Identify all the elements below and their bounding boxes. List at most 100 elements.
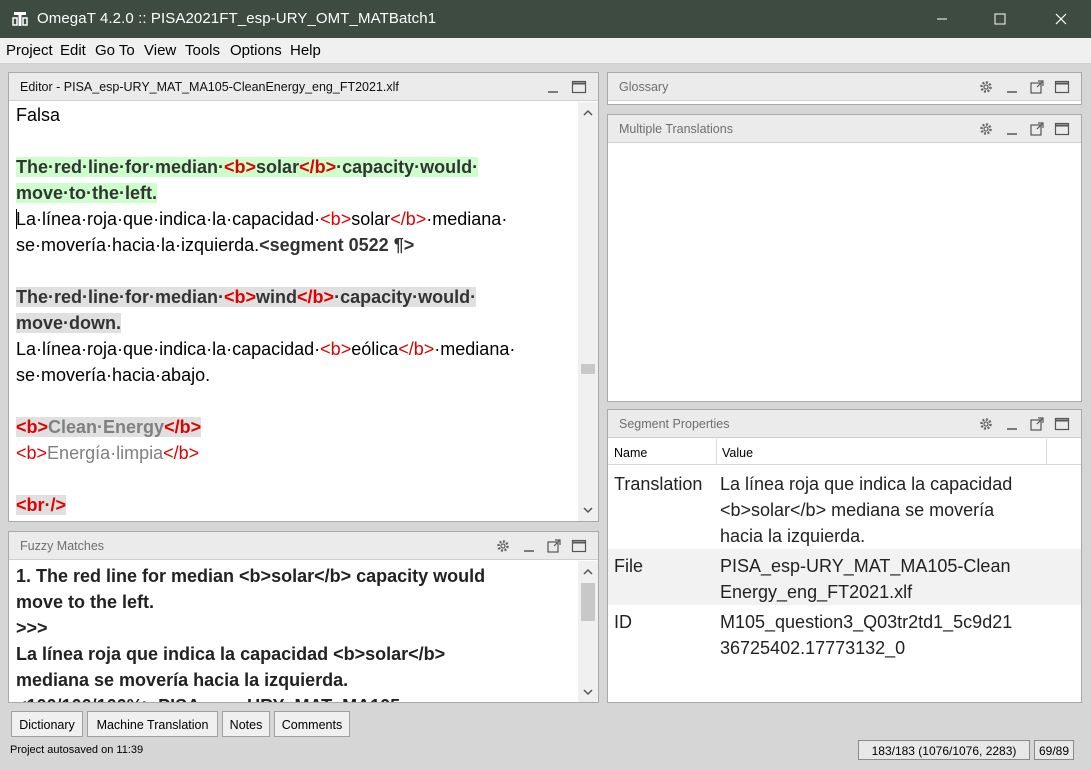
tab-notes[interactable]: Notes <box>222 711 270 737</box>
pane-maximize-icon[interactable] <box>571 79 587 95</box>
segment-counter-text: 69/89 <box>1038 744 1070 758</box>
segment-text: ·mediana· <box>434 339 516 359</box>
pane-minimize-icon[interactable] <box>521 538 537 554</box>
scroll-up-icon[interactable] <box>582 108 594 118</box>
inline-tag: </b> <box>164 417 202 437</box>
pane-minimize-icon[interactable] <box>545 79 561 95</box>
undock-icon[interactable] <box>546 538 562 554</box>
maximize-button[interactable] <box>977 0 1023 38</box>
editor-title: Editor - PISA_esp-URY_MAT_MA105-CleanEne… <box>20 80 399 94</box>
menu-tools[interactable]: Tools <box>185 42 220 59</box>
fuzzy-text-area[interactable]: 1. The red line for median <b>solar</b> … <box>9 561 578 702</box>
pane-maximize-icon[interactable] <box>1054 121 1070 137</box>
inline-tag: </b> <box>163 443 200 463</box>
segment-text: move·down. <box>16 313 122 333</box>
editor-scroll-thumb[interactable] <box>581 364 595 374</box>
close-icon <box>1055 13 1067 25</box>
segment-text: solar <box>351 209 391 229</box>
segment-text: <segment 0522 ¶> <box>259 235 415 255</box>
segment-text: wind <box>256 287 298 307</box>
menu-goto[interactable]: Go To <box>95 42 135 59</box>
close-button[interactable] <box>1038 0 1084 38</box>
tab-comments[interactable]: Comments <box>274 711 350 737</box>
inline-tag: </b> <box>297 287 335 307</box>
scroll-up-icon[interactable] <box>582 567 594 577</box>
glossary-pane: Glossary <box>607 72 1082 105</box>
table-row[interactable]: Translation La línea roja que indica la … <box>608 467 1081 549</box>
pane-maximize-icon[interactable] <box>571 538 587 554</box>
segment-text: ·capacity·would· <box>334 287 477 307</box>
multiple-translations-title: Multiple Translations <box>619 122 733 136</box>
minimize-button[interactable] <box>919 0 965 38</box>
fuzzy-line: <100/100/100%> PISA_esp-URY_MAT_MA105- <box>16 693 406 702</box>
property-value: PISA_esp-URY_MAT_MA105-Clean Energy_eng_… <box>720 556 1011 602</box>
property-name: ID <box>614 612 632 632</box>
segment-text: se·movería·hacia·la·izquierda. <box>16 235 260 255</box>
editor-line: La·línea·roja·que·indica·la·capacidad·<b… <box>16 336 515 362</box>
pane-minimize-icon[interactable] <box>1004 121 1020 137</box>
fuzzy-scroll-thumb[interactable] <box>581 583 595 621</box>
editor-line: Falsa <box>16 102 60 128</box>
segment-text: Energía·limpia <box>47 443 164 463</box>
column-name-header[interactable]: Name <box>614 446 647 460</box>
gear-icon[interactable] <box>495 538 511 554</box>
window-title: OmegaT 4.2.0 :: PISA2021FT_esp-URY_OMT_M… <box>37 10 437 27</box>
menu-help[interactable]: Help <box>290 42 321 59</box>
menu-view[interactable]: View <box>144 42 176 59</box>
editor-text-area[interactable]: Falsa The·red·line·for·median·<b>solar</b… <box>9 102 578 521</box>
editor-line: The·red·line·for·median·<b>wind</b>·capa… <box>16 284 477 310</box>
property-name: Translation <box>614 474 703 494</box>
segment-text: solar <box>256 157 300 177</box>
fuzzy-line: move to the left. <box>16 592 155 612</box>
table-row[interactable]: File PISA_esp-URY_MAT_MA105-Clean Energy… <box>608 549 1081 605</box>
menu-options[interactable]: Options <box>230 42 282 59</box>
title-bar: OmegaT 4.2.0 :: PISA2021FT_esp-URY_OMT_M… <box>0 0 1091 38</box>
gear-icon[interactable] <box>978 121 994 137</box>
tab-machine-translation[interactable]: Machine Translation <box>87 711 218 737</box>
undock-icon[interactable] <box>1029 121 1045 137</box>
editor-line: se·movería·hacia·la·izquierda.<segment 0… <box>16 232 414 258</box>
segment-text: ·mediana· <box>426 209 508 229</box>
table-row[interactable]: ID M105_question3_Q03tr2td1_5c9d21 36725… <box>608 605 1081 661</box>
inline-tag: </b> <box>390 209 427 229</box>
editor-line: <b>Clean·Energy</b> <box>16 414 202 440</box>
fuzzy-matches-pane: Fuzzy Matches 1. The red line for median… <box>8 531 599 703</box>
tab-label: Machine Translation <box>96 718 209 732</box>
multiple-translations-header: Multiple Translations <box>608 115 1081 143</box>
progress-text: 183/183 (1076/1076, 2283) <box>871 744 1017 758</box>
gear-icon[interactable] <box>978 416 994 432</box>
editor-pane: Editor - PISA_esp-URY_MAT_MA105-CleanEne… <box>8 72 599 522</box>
inline-tag: <b> <box>320 209 352 229</box>
segment-text: Clean·Energy <box>48 417 165 437</box>
status-message: Project autosaved on 11:39 <box>10 744 144 756</box>
property-name: File <box>614 556 644 576</box>
pane-maximize-icon[interactable] <box>1054 416 1070 432</box>
segment-text: eólica <box>351 339 399 359</box>
editor-scrollbar[interactable] <box>578 102 598 521</box>
inline-tag: <b> <box>16 443 48 463</box>
segment-text: La·línea·roja·que·indica·la·capacidad· <box>16 339 321 359</box>
tab-dictionary[interactable]: Dictionary <box>11 711 83 737</box>
column-value-header[interactable]: Value <box>722 446 753 460</box>
tab-label: Comments <box>281 718 343 732</box>
menu-edit[interactable]: Edit <box>60 42 86 59</box>
menu-project[interactable]: Project <box>6 42 53 59</box>
fuzzy-title: Fuzzy Matches <box>20 539 105 553</box>
pane-minimize-icon[interactable] <box>1004 79 1020 95</box>
fuzzy-scrollbar[interactable] <box>578 561 598 702</box>
minimize-icon <box>937 18 947 20</box>
undock-icon[interactable] <box>1029 79 1045 95</box>
pane-maximize-icon[interactable] <box>1054 79 1070 95</box>
gear-icon[interactable] <box>978 79 994 95</box>
fuzzy-line: 1. The red line for median <b>solar</b> … <box>16 566 486 586</box>
scroll-down-icon[interactable] <box>582 687 594 697</box>
inline-tag: <b> <box>16 417 49 437</box>
maximize-icon <box>994 13 1006 25</box>
undock-icon[interactable] <box>1029 416 1045 432</box>
glossary-header: Glossary <box>608 73 1081 101</box>
omegat-app-icon <box>12 12 28 26</box>
pane-minimize-icon[interactable] <box>1004 416 1020 432</box>
scroll-down-icon[interactable] <box>582 505 594 515</box>
fuzzy-line: La línea roja que indica la capacidad <b… <box>16 644 446 664</box>
editor-line: move·to·the·left. <box>16 180 157 206</box>
